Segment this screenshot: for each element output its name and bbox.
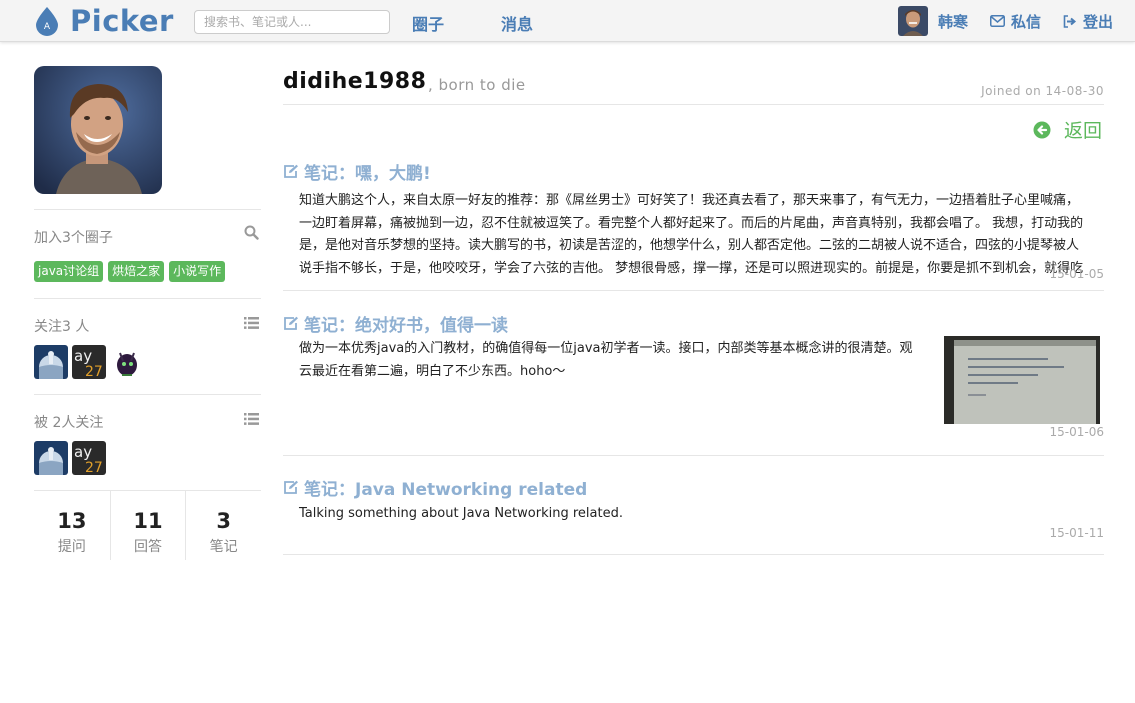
group-tag[interactable]: 小说写作 bbox=[169, 261, 226, 282]
note-title: 笔记：Java Networking related bbox=[304, 480, 588, 500]
nav-messages[interactable]: 消息 bbox=[501, 11, 533, 35]
back-row: 返回 bbox=[283, 105, 1104, 147]
following-avatar[interactable] bbox=[110, 345, 144, 379]
note-title-link[interactable]: 笔记：嘿，大鹏! bbox=[283, 159, 1104, 184]
note-item: 笔记：绝对好书，值得一读 做为一本优秀java的入门教材，的确值得每一位java… bbox=[283, 291, 1104, 456]
profile-username: didihe1988 bbox=[283, 69, 427, 94]
avatar-text-ay: ay bbox=[74, 347, 92, 365]
logout-label: 登出 bbox=[1082, 12, 1113, 31]
joined-date: Joined on 14-08-30 bbox=[981, 84, 1104, 98]
note-thumbnail[interactable] bbox=[944, 336, 1100, 424]
stat-notes[interactable]: 3 笔记 bbox=[185, 491, 261, 560]
note-title: 笔记：嘿，大鹏! bbox=[304, 164, 431, 184]
private-message-label: 私信 bbox=[1010, 12, 1041, 31]
follower-avatars: ay 27 bbox=[34, 441, 110, 475]
stat-value: 11 bbox=[133, 509, 163, 533]
edit-icon bbox=[283, 316, 299, 331]
note-title: 笔记：绝对好书，值得一读 bbox=[304, 316, 508, 336]
logout-link[interactable]: 登出 bbox=[1063, 11, 1113, 32]
note-title-link[interactable]: 笔记：绝对好书，值得一读 bbox=[283, 311, 1104, 336]
note-title-link[interactable]: 笔记：Java Networking related bbox=[283, 475, 1104, 500]
note-body: 知道大鹏这个人，来自太原一好友的推荐：那《屌丝男士》可好笑了！我还真去看了，那天… bbox=[299, 193, 1084, 276]
stat-label: 提问 bbox=[57, 539, 86, 555]
following-section: 关注3 人 ay 27 bbox=[34, 298, 261, 394]
user-area: 韩寒 私信 登出 bbox=[897, 6, 1113, 36]
sign-out-icon bbox=[1063, 14, 1077, 28]
main-content: didihe1988 , born to die Joined on 14-08… bbox=[283, 66, 1104, 555]
search-input[interactable] bbox=[194, 10, 390, 34]
private-message-link[interactable]: 私信 bbox=[989, 11, 1041, 32]
user-name[interactable]: 韩寒 bbox=[938, 11, 968, 32]
list-icon[interactable] bbox=[244, 314, 259, 333]
note-item: 笔记：Java Networking related Talking somet… bbox=[283, 456, 1104, 555]
logo-drop-icon: A bbox=[34, 6, 60, 36]
list-icon[interactable] bbox=[244, 410, 259, 429]
user-avatar[interactable] bbox=[897, 6, 928, 36]
groups-section: 加入3个圈子 java讨论组 烘焙之家 小说写作 bbox=[34, 209, 261, 298]
note-body: 做为一本优秀java的入门教材，的确值得每一位java初学者一读。接口，内部类等… bbox=[299, 341, 913, 379]
following-avatar[interactable] bbox=[34, 345, 68, 379]
profile-tagline: , born to die bbox=[428, 76, 526, 94]
following-avatar[interactable]: ay 27 bbox=[72, 345, 106, 379]
follower-avatar[interactable]: ay 27 bbox=[72, 441, 106, 475]
envelope-icon bbox=[989, 15, 1005, 27]
nav-circles[interactable]: 圈子 bbox=[412, 11, 444, 35]
arrow-circle-left-icon bbox=[1033, 121, 1051, 139]
avatar-text-ay: ay bbox=[74, 443, 92, 461]
group-tag[interactable]: 烘焙之家 bbox=[108, 261, 165, 282]
edit-icon bbox=[283, 480, 299, 495]
groups-title: 加入3个圈子 bbox=[34, 230, 113, 246]
stat-value: 13 bbox=[57, 509, 87, 533]
note-item: 笔记：嘿，大鹏! 知道大鹏这个人，来自太原一好友的推荐：那《屌丝男士》可好笑了！… bbox=[283, 147, 1104, 291]
top-navbar: A Picker 圈子 消息 韩寒 私信 登出 bbox=[0, 0, 1135, 42]
logo[interactable]: A Picker bbox=[34, 4, 174, 38]
profile-header: didihe1988 , born to die Joined on 14-08… bbox=[283, 66, 1104, 105]
follower-avatar[interactable] bbox=[34, 441, 68, 475]
brand-name: Picker bbox=[70, 4, 174, 38]
avatar-text-num: 27 bbox=[85, 460, 103, 475]
note-date: 15-01-06 bbox=[1049, 425, 1104, 439]
search-icon[interactable] bbox=[244, 225, 259, 244]
stat-answers[interactable]: 11 回答 bbox=[109, 491, 186, 560]
note-body: Talking something about Java Networking … bbox=[299, 506, 623, 521]
note-date: 15-01-11 bbox=[1049, 526, 1104, 540]
following-avatars: ay 27 bbox=[34, 345, 148, 379]
stat-label: 回答 bbox=[133, 539, 162, 555]
note-date: 15-01-05 bbox=[1049, 267, 1104, 281]
edit-icon bbox=[283, 164, 299, 179]
back-button[interactable]: 返回 bbox=[1033, 116, 1102, 143]
profile-avatar bbox=[34, 66, 162, 194]
followers-section: 被 2人关注 ay 27 bbox=[34, 394, 261, 490]
avatar-text-num: 27 bbox=[85, 364, 103, 379]
profile-sidebar: 加入3个圈子 java讨论组 烘焙之家 小说写作 关注3 人 ay 27 被 2… bbox=[34, 66, 261, 560]
stat-questions[interactable]: 13 提问 bbox=[34, 491, 110, 560]
stat-value: 3 bbox=[216, 509, 231, 533]
group-tag[interactable]: java讨论组 bbox=[34, 261, 104, 282]
following-title: 关注3 人 bbox=[34, 319, 90, 335]
back-label: 返回 bbox=[1063, 120, 1102, 142]
group-tags: java讨论组 烘焙之家 小说写作 bbox=[34, 261, 230, 282]
stats-row: 13 提问 11 回答 3 笔记 bbox=[34, 490, 261, 560]
stat-label: 笔记 bbox=[209, 539, 238, 555]
followers-title: 被 2人关注 bbox=[34, 415, 104, 431]
logo-badge-letter: A bbox=[44, 22, 51, 32]
